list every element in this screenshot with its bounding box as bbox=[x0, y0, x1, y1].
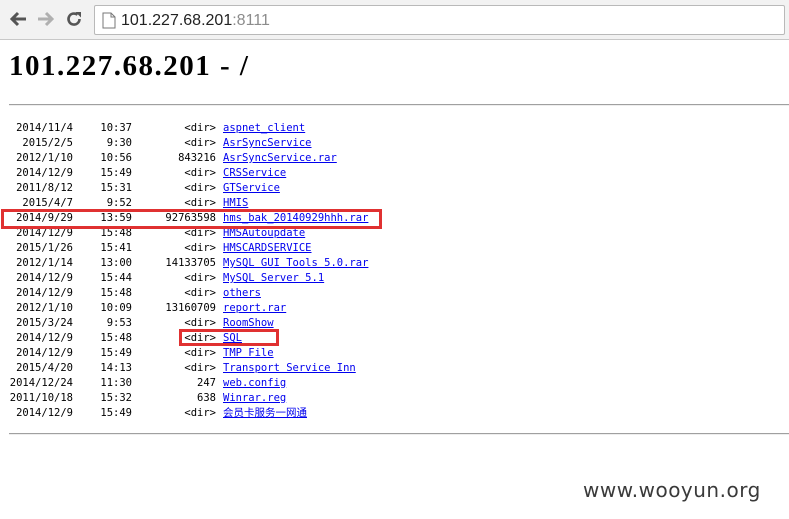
entry-date: 2014/12/9 bbox=[16, 167, 73, 179]
reload-icon bbox=[67, 12, 81, 26]
entry-size: <dir> bbox=[184, 137, 216, 149]
entry-time: 15:49 bbox=[100, 407, 132, 419]
listing-row: 2011/8/12 15:31 <dir> GTService bbox=[0, 181, 400, 196]
entry-time: 15:48 bbox=[100, 287, 132, 299]
entry-time: 13:00 bbox=[100, 257, 132, 269]
page-icon bbox=[102, 12, 116, 29]
listing-row: 2012/1/10 10:09 13160709 report.rar bbox=[0, 301, 400, 316]
entry-time: 15:31 bbox=[100, 182, 132, 194]
listing-row: 2012/1/10 10:56 843216 AsrSyncService.rar bbox=[0, 151, 400, 166]
page-title: 101.227.68.201 - / bbox=[9, 50, 250, 82]
entry-link[interactable]: CRSService bbox=[223, 166, 286, 181]
entry-time: 15:49 bbox=[100, 347, 132, 359]
entry-time: 15:41 bbox=[100, 242, 132, 254]
listing-row: 2014/12/9 15:49 <dir> 会员卡服务一网通 bbox=[0, 406, 400, 421]
entry-link[interactable]: Transport Service Inn bbox=[223, 361, 356, 376]
entry-date: 2012/1/14 bbox=[16, 257, 73, 269]
entry-link[interactable]: Winrar.reg bbox=[223, 391, 286, 406]
entry-size: 638 bbox=[197, 392, 216, 404]
entry-size: <dir> bbox=[184, 407, 216, 419]
listing-row: 2015/4/20 14:13 <dir> Transport Service Inn bbox=[0, 361, 400, 376]
entry-time: 11:30 bbox=[100, 377, 132, 389]
reload-button[interactable] bbox=[63, 8, 85, 30]
entry-link[interactable]: report.rar bbox=[223, 301, 286, 316]
entry-time: 15:48 bbox=[100, 332, 132, 344]
entry-time: 10:09 bbox=[100, 302, 132, 314]
entry-link[interactable]: 会员卡服务一网通 bbox=[223, 406, 307, 421]
listing-row: 2015/2/5 9:30 <dir> AsrSyncService bbox=[0, 136, 400, 151]
entry-link[interactable]: web.config bbox=[223, 376, 286, 391]
entry-date: 2014/11/4 bbox=[16, 122, 73, 134]
arrow-right-icon bbox=[38, 11, 55, 27]
top-divider bbox=[9, 104, 789, 106]
listing-row: 2015/1/26 15:41 <dir> HMSCARDSERVICE bbox=[0, 241, 400, 256]
entry-date: 2015/3/24 bbox=[16, 317, 73, 329]
entry-time: 10:56 bbox=[100, 152, 132, 164]
entry-date: 2014/12/9 bbox=[16, 272, 73, 284]
entry-size: 843216 bbox=[178, 152, 216, 164]
entry-date: 2015/1/26 bbox=[16, 242, 73, 254]
entry-date: 2012/1/10 bbox=[16, 302, 73, 314]
entry-time: 9:53 bbox=[106, 317, 132, 329]
entry-time: 10:37 bbox=[100, 122, 132, 134]
entry-time: 15:32 bbox=[100, 392, 132, 404]
highlight-box-backup-rar bbox=[1, 209, 382, 229]
url-text: 101.227.68.201:8111 bbox=[121, 11, 270, 31]
entry-date: 2012/1/10 bbox=[16, 152, 73, 164]
directory-listing: 2014/11/4 10:37 <dir> aspnet_client 2015/2/5… bbox=[0, 121, 400, 421]
listing-row: 2014/11/4 10:37 <dir> aspnet_client bbox=[0, 121, 400, 136]
listing-row: 2014/12/9 15:48 <dir> others bbox=[0, 286, 400, 301]
entry-date: 2014/12/9 bbox=[16, 287, 73, 299]
entry-link[interactable]: aspnet_client bbox=[223, 121, 305, 136]
entry-date: 2015/2/5 bbox=[22, 137, 73, 149]
entry-date: 2011/10/18 bbox=[9, 392, 73, 404]
entry-size: <dir> bbox=[184, 167, 216, 179]
entry-size: 13160709 bbox=[165, 302, 216, 314]
entry-size: 247 bbox=[197, 377, 216, 389]
listing-row: 2011/10/18 15:32 638 Winrar.reg bbox=[0, 391, 400, 406]
entry-size: <dir> bbox=[184, 347, 216, 359]
entry-link[interactable]: others bbox=[223, 286, 261, 301]
entry-time: 9:30 bbox=[106, 137, 132, 149]
entry-time: 15:44 bbox=[100, 272, 132, 284]
entry-link[interactable]: GTService bbox=[223, 181, 280, 196]
entry-link[interactable]: AsrSyncService bbox=[223, 136, 312, 151]
listing-row: 2014/12/9 15:44 <dir> MySQL Server 5.1 bbox=[0, 271, 400, 286]
entry-time: 14:13 bbox=[100, 362, 132, 374]
entry-date: 2014/12/9 bbox=[16, 407, 73, 419]
entry-date: 2014/12/9 bbox=[16, 347, 73, 359]
back-button[interactable] bbox=[7, 8, 29, 30]
browser-toolbar: 101.227.68.201:8111 bbox=[0, 0, 789, 40]
forward-button[interactable] bbox=[35, 8, 57, 30]
listing-row: 2014/12/9 15:49 <dir> CRSService bbox=[0, 166, 400, 181]
entry-link[interactable]: HMSCARDSERVICE bbox=[223, 241, 312, 256]
listing-row: 2014/12/9 15:49 <dir> TMP File bbox=[0, 346, 400, 361]
entry-link[interactable]: MySQL Server 5.1 bbox=[223, 271, 324, 286]
entry-size: <dir> bbox=[184, 272, 216, 284]
address-bar[interactable]: 101.227.68.201:8111 bbox=[94, 5, 785, 35]
arrow-left-icon bbox=[9, 11, 26, 27]
highlight-box-sql-dir bbox=[179, 329, 279, 346]
entry-size: <dir> bbox=[184, 122, 216, 134]
listing-row: 2014/12/24 11:30 247 web.config bbox=[0, 376, 400, 391]
entry-time: 15:49 bbox=[100, 167, 132, 179]
url-port: :8111 bbox=[232, 12, 270, 29]
entry-size: <dir> bbox=[184, 242, 216, 254]
watermark: www.wooyun.org bbox=[583, 478, 761, 502]
listing-row: 2012/1/14 13:00 14133705 MySQL GUI Tools 5.… bbox=[0, 256, 400, 271]
entry-link[interactable]: MySQL GUI Tools 5.0.rar bbox=[223, 256, 368, 271]
entry-date: 2015/4/20 bbox=[16, 362, 73, 374]
entry-date: 2014/12/24 bbox=[9, 377, 73, 389]
bottom-divider bbox=[9, 433, 789, 435]
url-host: 101.227.68.201 bbox=[121, 12, 233, 29]
entry-date: 2014/12/9 bbox=[16, 332, 73, 344]
entry-size: <dir> bbox=[184, 182, 216, 194]
entry-size: <dir> bbox=[184, 362, 216, 374]
entry-date: 2011/8/12 bbox=[16, 182, 73, 194]
entry-size: <dir> bbox=[184, 287, 216, 299]
entry-link[interactable]: TMP File bbox=[223, 346, 274, 361]
entry-link[interactable]: AsrSyncService.rar bbox=[223, 151, 337, 166]
entry-size: 14133705 bbox=[165, 257, 216, 269]
